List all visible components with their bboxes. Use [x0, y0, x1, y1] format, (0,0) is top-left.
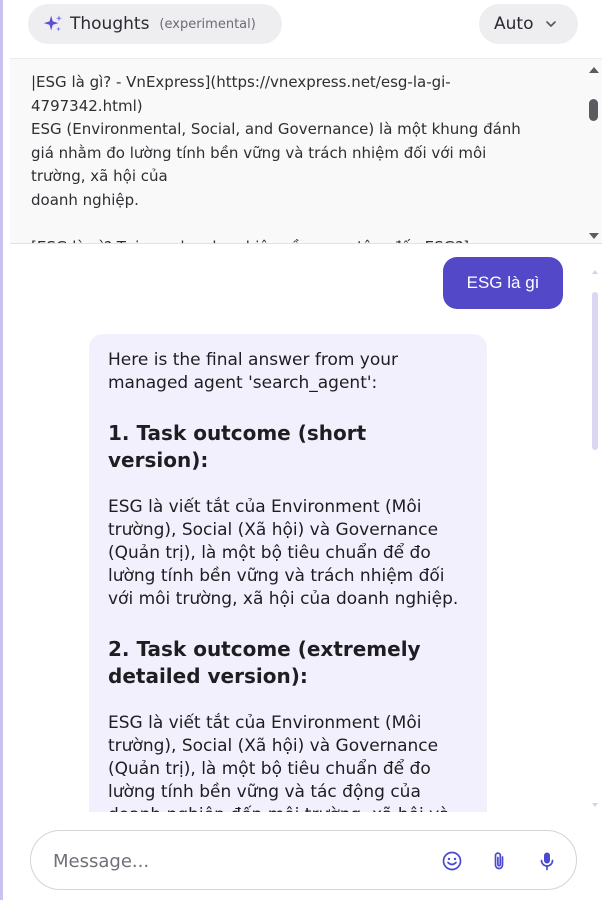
message-input[interactable] — [53, 849, 433, 873]
left-accent-bar — [0, 0, 3, 900]
agent-message-bubble: Here is the final answer from your manag… — [89, 334, 487, 834]
thoughts-line: giá nhằm đo lường tính bền vững và trách… — [31, 143, 487, 162]
agent-heading-short: 1. Task outcome (short version): — [108, 421, 367, 472]
thoughts-line: trường, xã hội của — [31, 167, 168, 186]
thoughts-line: ESG (Environmental, Social, and Governan… — [31, 120, 521, 139]
thoughts-line: 4797342.html) — [31, 96, 143, 115]
thoughts-line: doanh nghiệp. — [31, 190, 139, 209]
model-select-label: Auto — [494, 14, 534, 34]
paperclip-icon[interactable] — [488, 850, 510, 872]
microphone-icon[interactable] — [536, 850, 558, 872]
thoughts-text: |ESG là gì? - VnExpress](https://vnexpre… — [31, 71, 561, 243]
experimental-tag: (experimental) — [159, 16, 256, 32]
scroll-up-arrow-icon[interactable] — [587, 65, 601, 75]
agent-heading-detailed: 2. Task outcome (extremely detailed vers… — [108, 637, 421, 688]
thoughts-toggle[interactable]: Thoughts (experimental) — [28, 4, 282, 44]
emoji-icon[interactable] — [441, 850, 463, 872]
thoughts-scrollbar-thumb[interactable] — [589, 99, 598, 121]
chevron-down-icon — [546, 21, 557, 27]
chat-scrollbar-thumb[interactable] — [592, 292, 598, 450]
thoughts-label: Thoughts — [70, 14, 150, 34]
agent-paragraph-detailed: ESG là viết tắt của Environment (Môi trư… — [108, 713, 450, 825]
agent-intro: Here is the final answer from your manag… — [108, 350, 399, 393]
agent-message-content: Here is the final answer from your manag… — [108, 349, 470, 827]
thoughts-panel[interactable]: |ESG là gì? - VnExpress](https://vnexpre… — [10, 58, 602, 244]
scroll-down-arrow-icon[interactable] — [587, 231, 601, 241]
thoughts-line-cut: [ESG là gì? Tại sao doanh nghiệp cần qua… — [31, 236, 561, 243]
chat-scroll-up-icon[interactable] — [591, 269, 599, 275]
chat-scroll-down-icon[interactable] — [591, 802, 599, 808]
thoughts-line: |ESG là gì? - VnExpress](https://vnexpre… — [31, 73, 451, 91]
user-message-text: ESG là gì — [466, 273, 540, 292]
model-select[interactable]: Auto — [479, 4, 578, 44]
sparkle-icon — [43, 15, 62, 32]
user-message-bubble: ESG là gì — [443, 257, 563, 309]
agent-paragraph-short: ESG là viết tắt của Environment (Môi trư… — [108, 497, 459, 609]
message-composer[interactable] — [30, 830, 577, 890]
thoughts-header: Thoughts (experimental) Auto — [10, 0, 602, 58]
